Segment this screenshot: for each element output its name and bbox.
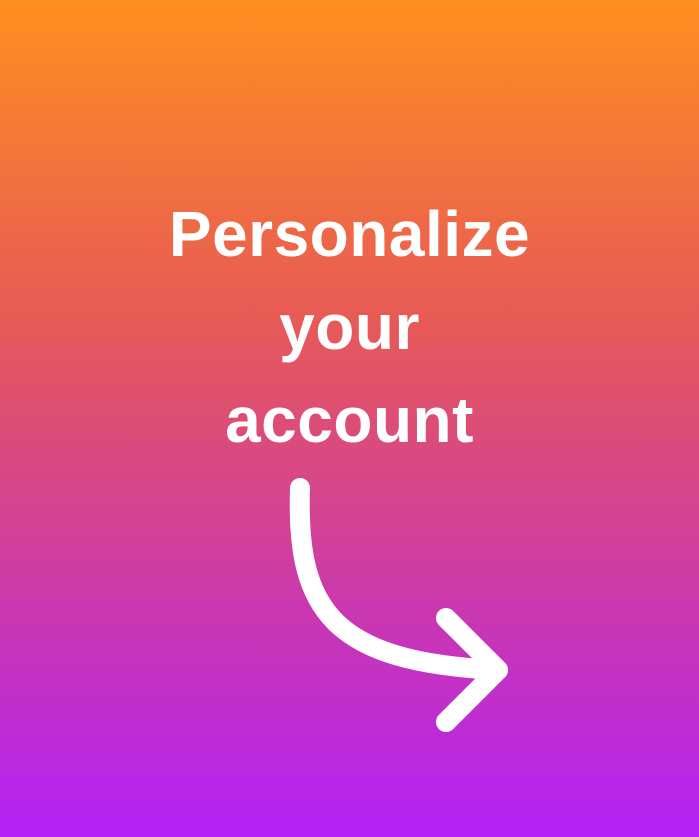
headline-line-3: account (225, 384, 474, 456)
headline: Personalize your account (0, 188, 699, 467)
personalize-account-card[interactable]: Personalize your account (0, 0, 699, 837)
headline-line-2: your (279, 291, 420, 363)
curved-arrow-right-icon (289, 478, 508, 732)
headline-line-1: Personalize (168, 198, 531, 270)
